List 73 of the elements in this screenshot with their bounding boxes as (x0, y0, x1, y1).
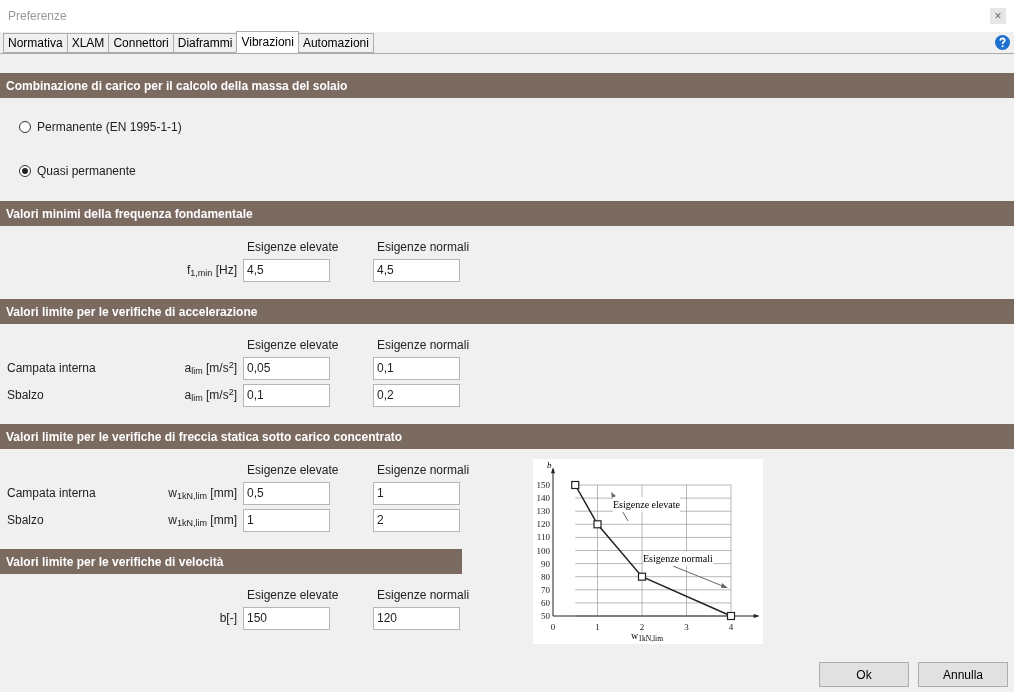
value-field[interactable]: 1 (373, 481, 460, 505)
section-header: Combinazione di carico per il calcolo della massa del solaio (0, 73, 1014, 98)
tab[interactable]: Connettori (108, 33, 174, 53)
y-axis-label: b (547, 459, 552, 472)
column-header: Esigenze normali (376, 337, 471, 354)
data-point (571, 480, 580, 490)
column-header: Esigenze normali (376, 462, 471, 479)
y-tick-label: 120 (536, 519, 550, 530)
tab[interactable]: Normativa (3, 33, 68, 53)
annotation-arrow (672, 565, 728, 588)
column-header: Esigenze elevate (246, 337, 340, 354)
row-label: Sbalzo (7, 512, 44, 529)
x-tick-label: 4 (728, 622, 734, 632)
row-label: Campata interna (7, 485, 96, 502)
unit-label: a$_{lim}$ [m/s$^{2}$] (184, 386, 237, 404)
dialog-button[interactable]: Annulla (918, 662, 1008, 687)
y-tick-label: 50 (541, 611, 550, 621)
y-tick-label: 150 (536, 480, 550, 490)
y-tick-label: 140 (536, 493, 550, 504)
close-button[interactable]: × (990, 8, 1006, 24)
x-axis-label: w$_{1kN,lim}$ (631, 630, 664, 643)
tab[interactable]: Vibrazioni (236, 31, 299, 53)
row-label: Campata interna (7, 360, 96, 377)
column-header: Esigenze elevate (246, 587, 340, 604)
column-header: Esigenze normali (376, 239, 471, 256)
window-title: Preferenze (8, 8, 67, 25)
dialog-button[interactable]: Ok (819, 662, 909, 687)
section-header: Valori limite per le verifiche di velocità (0, 549, 462, 574)
radio-option[interactable]: Permanente (EN 1995-1-1) (19, 119, 1014, 134)
value-field[interactable]: 120 (373, 606, 460, 630)
unit-label: b[-] (219, 610, 237, 627)
value-field[interactable]: 0,5 (243, 481, 330, 505)
value-field[interactable]: 2 (373, 508, 460, 532)
data-point (637, 572, 647, 581)
tab[interactable]: Diaframmi (172, 33, 238, 53)
unit-label: a$_{lim}$ [m/s$^{2}$] (184, 359, 237, 377)
value-field[interactable]: 4,5 (373, 258, 460, 282)
tab[interactable]: XLAM (66, 33, 110, 53)
y-tick-label: 60 (541, 597, 550, 608)
value-field[interactable]: 1 (243, 508, 330, 532)
y-tick-label: 70 (541, 584, 550, 595)
unit-label: w$_{1kN,lim}$ [mm] (168, 512, 237, 529)
help-icon[interactable] (995, 35, 1010, 50)
x-tick-label: 0 (550, 622, 556, 632)
data-point (726, 611, 736, 621)
chart-annotation: Esigenze elevate (613, 497, 680, 512)
value-field[interactable]: 4,5 (243, 258, 330, 282)
tab[interactable]: Automazioni (297, 33, 374, 53)
column-header: Esigenze elevate (246, 239, 340, 256)
radio-option[interactable]: Quasi permanente (19, 163, 1014, 178)
x-tick-label: 1 (595, 622, 600, 632)
value-field[interactable]: 0,1 (373, 356, 460, 380)
column-header: Esigenze normali (376, 587, 471, 604)
y-tick-label: 110 (536, 532, 550, 543)
section-header: Valori limite per le verifiche di accelerazione (0, 299, 1014, 324)
column-header: Esigenze elevate (246, 462, 340, 479)
y-tick-label: 130 (536, 506, 550, 517)
section-header: Valori limite per le verifiche di freccia statica sotto carico concentrato (0, 424, 1014, 449)
value-field[interactable]: 150 (243, 606, 330, 630)
value-field[interactable]: 0,1 (243, 383, 330, 407)
chart-annotation: Esigenze normali (643, 551, 713, 566)
row-label: Sbalzo (7, 387, 44, 404)
data-point (593, 520, 602, 529)
y-tick-label: 100 (536, 545, 550, 556)
x-tick-label: 2 (639, 622, 645, 632)
y-tick-label: 90 (541, 558, 550, 569)
value-field[interactable]: 0,05 (243, 356, 330, 380)
unit-label: f$_{1,min}$ [Hz] (186, 262, 237, 279)
unit-label: w$_{1kN,lim}$ [mm] (168, 485, 237, 502)
section-header: Valori minimi della frequenza fondamentale (0, 201, 1014, 226)
value-field[interactable]: 0,2 (373, 383, 460, 407)
y-tick-label: 80 (541, 571, 550, 582)
x-tick-label: 3 (684, 622, 689, 632)
